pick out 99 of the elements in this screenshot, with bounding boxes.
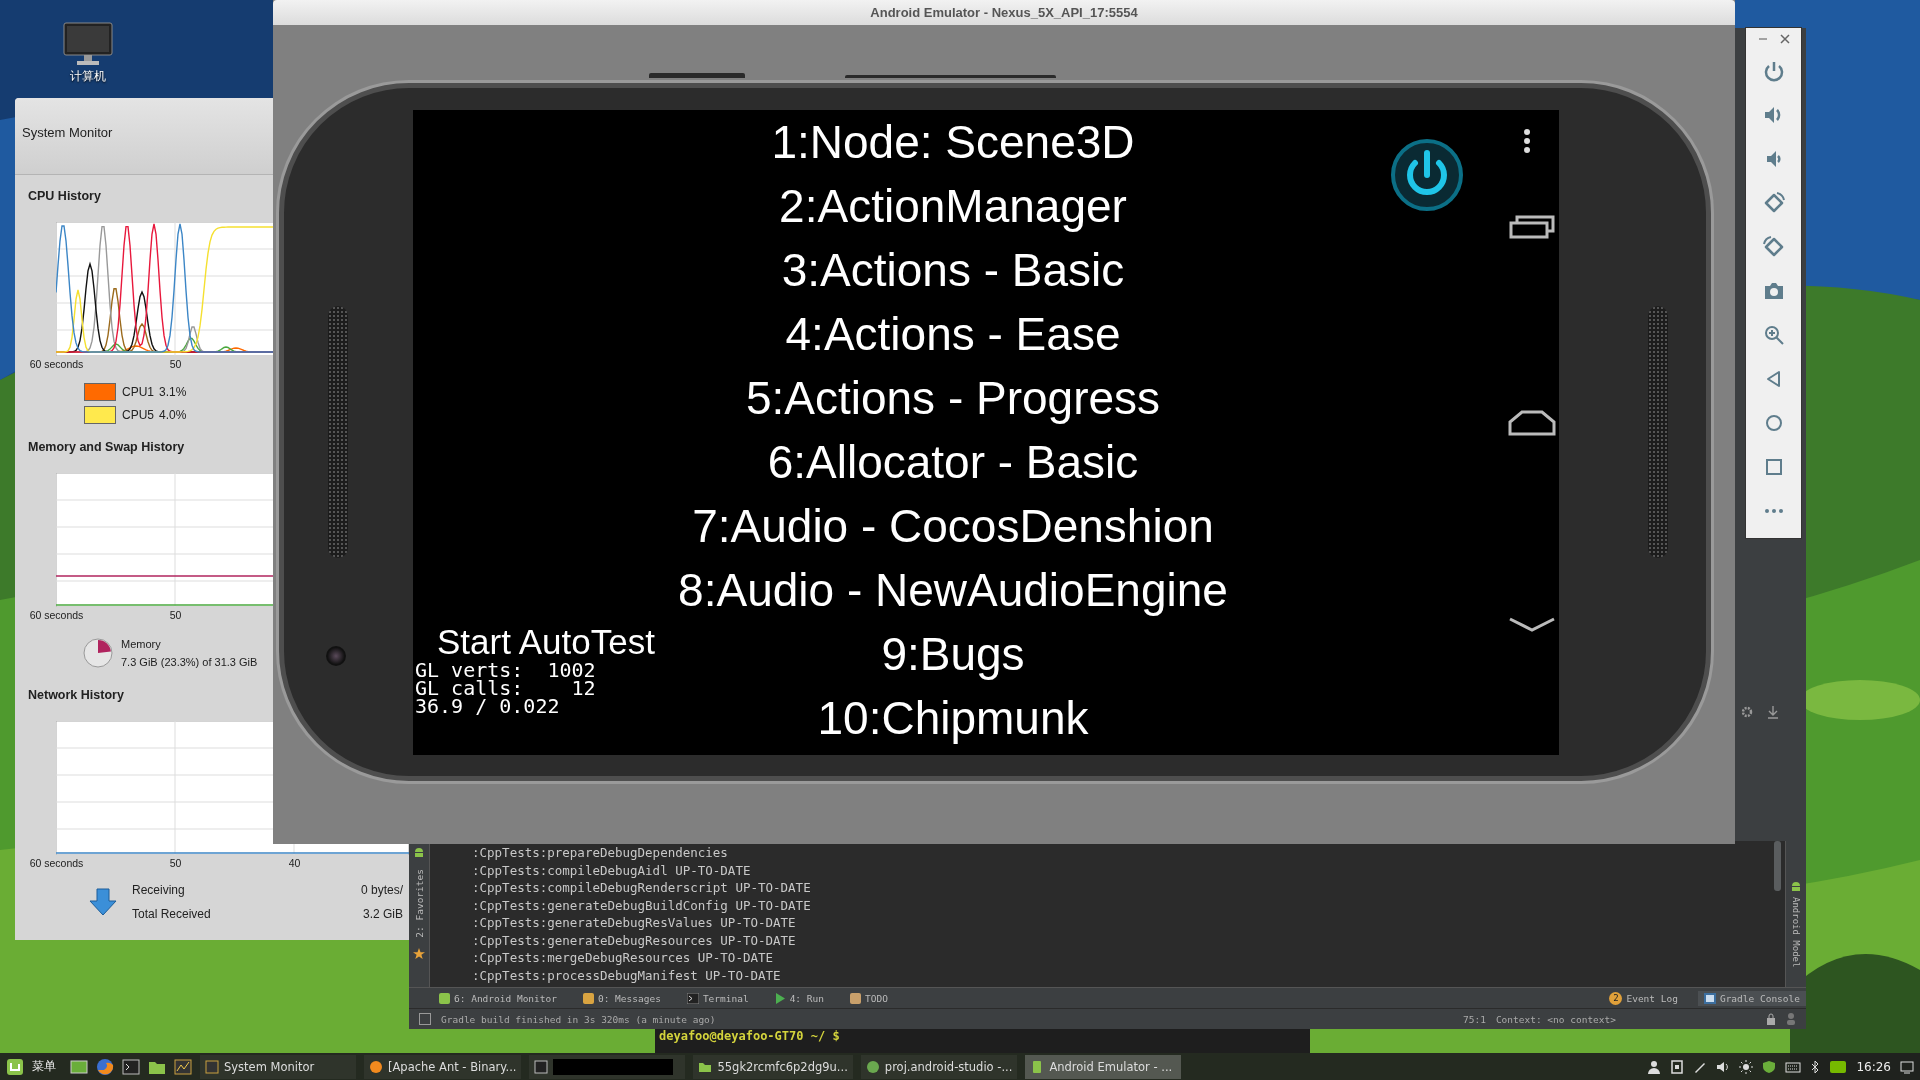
brightness-icon[interactable] [1739,1059,1754,1074]
test-menu-item[interactable]: 4:Actions - Ease [785,302,1121,366]
taskbar-task[interactable]: 55gk2rcmfc6p2dg9u... [693,1054,853,1079]
panel-toggle-icon[interactable] [419,1013,431,1025]
network-label: Receiving [132,883,185,897]
run-icon [774,992,786,1004]
tool-window-tab[interactable]: Terminal [680,990,755,1006]
lock-icon[interactable] [1766,1013,1776,1025]
test-menu-item[interactable]: 1:Node: Scene3D [771,110,1135,174]
gpu-icon[interactable] [1829,1059,1848,1074]
axis-tick-label: 60 seconds [28,358,85,372]
debug-stat: GL verts: 1002 [415,661,596,679]
tool-window-tab[interactable]: 4: Run [768,990,830,1006]
home-icon[interactable] [1508,410,1556,436]
tool-window-tab[interactable]: Gradle Console [1697,990,1806,1006]
rotate-icon[interactable] [1762,236,1785,258]
clipboard-icon[interactable] [1670,1059,1685,1074]
status-message: Gradle build finished in 3s 320ms (a minute ago) [441,1013,716,1025]
memory-label: Memory [121,638,162,650]
axis-tick-label: 60 seconds [28,857,85,871]
shield-icon[interactable] [1762,1059,1777,1074]
cursor-position: 75:1 [1463,1013,1486,1025]
star-icon[interactable] [413,947,425,960]
taskbar-task[interactable]: Android Emulator - ... [1025,1054,1182,1079]
test-menu-item[interactable]: 8:Audio - NewAudioEngine [678,558,1228,622]
test-menu-item[interactable]: 5:Actions - Progress [745,366,1161,430]
console-line: :CppTests:generateDebugResources UP-TO-DATE [472,931,797,949]
keyboard-icon[interactable] [1785,1060,1802,1073]
zoom-in-icon[interactable] [1762,324,1785,346]
context-label: Context: <no context> [1495,1013,1616,1025]
taskbar-task[interactable]: [Apache Ant - Binary... [364,1054,522,1079]
network-value: 3.2 GiB [362,907,403,921]
console-icon [1703,992,1716,1004]
debug-stat: 36.9 / 0.022 [415,697,561,715]
console-line: :CppTests:prepareDebugDependencies [472,844,729,862]
camera-lens [326,646,346,666]
download-arrow-icon [88,887,118,917]
color-swatch[interactable] [84,382,116,401]
cpu-usage: 4.0% [159,407,187,422]
axis-tick-label: 40 [287,857,302,871]
test-menu-item[interactable]: 10:Chipmunk [817,686,1089,750]
axis-tick-label: 60 seconds [28,609,85,623]
volume-icon[interactable] [1716,1059,1731,1074]
section-heading: Memory and Swap History [28,440,185,456]
network-value: 0 bytes/ [360,883,403,897]
test-menu-item[interactable]: 2:ActionManager [779,174,1127,238]
user-icon[interactable] [1647,1059,1662,1074]
show-desktop-icon[interactable] [1900,1059,1914,1074]
autotest-label[interactable]: Start AutoTest [437,622,655,662]
menu-label[interactable]: 菜单 [32,1058,56,1075]
test-menu-item[interactable]: 9:Bugs [881,622,1025,686]
menu-logo-icon[interactable] [6,1057,24,1076]
axis-tick-label: 50 [168,609,183,623]
color-swatch[interactable] [84,405,116,424]
tool-window-tab[interactable]: 2 Event Log [1603,989,1684,1007]
cpu-name: CPU5 [122,407,155,422]
clock: 16:26 [1856,1059,1891,1074]
console-line: :CppTests:generateDebugBuildConfig UP-TO-DATE [472,896,812,914]
network-label: Total Received [132,907,211,921]
tool-window-tab[interactable]: 0: Messages [576,990,667,1006]
axis-tick-label: 50 [168,857,183,871]
console-line: :CppTests:mergeDebugResources UP-TO-DATE [472,949,775,967]
terminal-prompt: deyafoo@deyafoo-GT70 ~/ $ [659,1029,840,1043]
window-title: System Monitor [22,124,113,140]
notification-badge: 2 [1609,991,1623,1005]
console-line: :CppTests:compileDebugAidl UP-TO-DATE [472,861,752,879]
tool-window-tab[interactable]: TODO [843,990,894,1006]
rotate-icon[interactable] [1762,192,1785,214]
camera-icon[interactable] [1762,280,1785,302]
download-icon[interactable] [1766,705,1780,719]
memory-pie-icon [83,638,113,668]
console-line: :CppTests:processDebugManifest UP-TO-DATE [472,966,782,984]
taskbar-task[interactable] [529,1054,686,1079]
axis-tick-label: 50 [168,358,183,372]
taskbar-task[interactable]: System Monitor [200,1054,356,1079]
desktop-icon[interactable] [70,1058,88,1075]
cpu-usage: 3.1% [159,384,187,399]
scrollbar[interactable] [1774,841,1781,891]
bluetooth-icon[interactable] [1810,1059,1821,1074]
console-line: :CppTests:compileDebugRenderscript UP-TO-DATE [472,879,812,897]
section-heading: Network History [28,688,124,704]
desktop-icon-label[interactable]: 计算机 [70,68,106,85]
test-menu-item[interactable]: 7:Audio - CocosDenshion [692,494,1214,558]
memory-reading: 7.3 GiB (23.3%) of 31.3 GiB [121,656,258,668]
gear-icon[interactable] [1740,705,1754,719]
debug-stat: GL calls: 12 [415,679,596,697]
section-heading: CPU History [28,189,101,205]
chevron-down-icon[interactable] [1508,617,1556,633]
monitor-icon[interactable] [63,22,113,66]
tool-window-tab[interactable]: 6: Android Monitor [433,990,563,1006]
close-icon[interactable] [1779,34,1790,44]
recents-icon[interactable] [1509,213,1555,239]
test-menu-item[interactable]: 6:Allocator - Basic [767,430,1139,494]
test-menu-item[interactable]: 3:Actions - Basic [781,238,1125,302]
window-title: Android Emulator - Nexus_5X_API_17:5554 [870,5,1138,20]
console-line: :CppTests:generateDebugResValues UP-TO-DATE [472,914,797,932]
taskbar-task[interactable]: proj.android-studio -... [860,1054,1018,1079]
menu-icon[interactable] [1523,129,1531,153]
cpu-name: CPU1 [122,384,155,399]
